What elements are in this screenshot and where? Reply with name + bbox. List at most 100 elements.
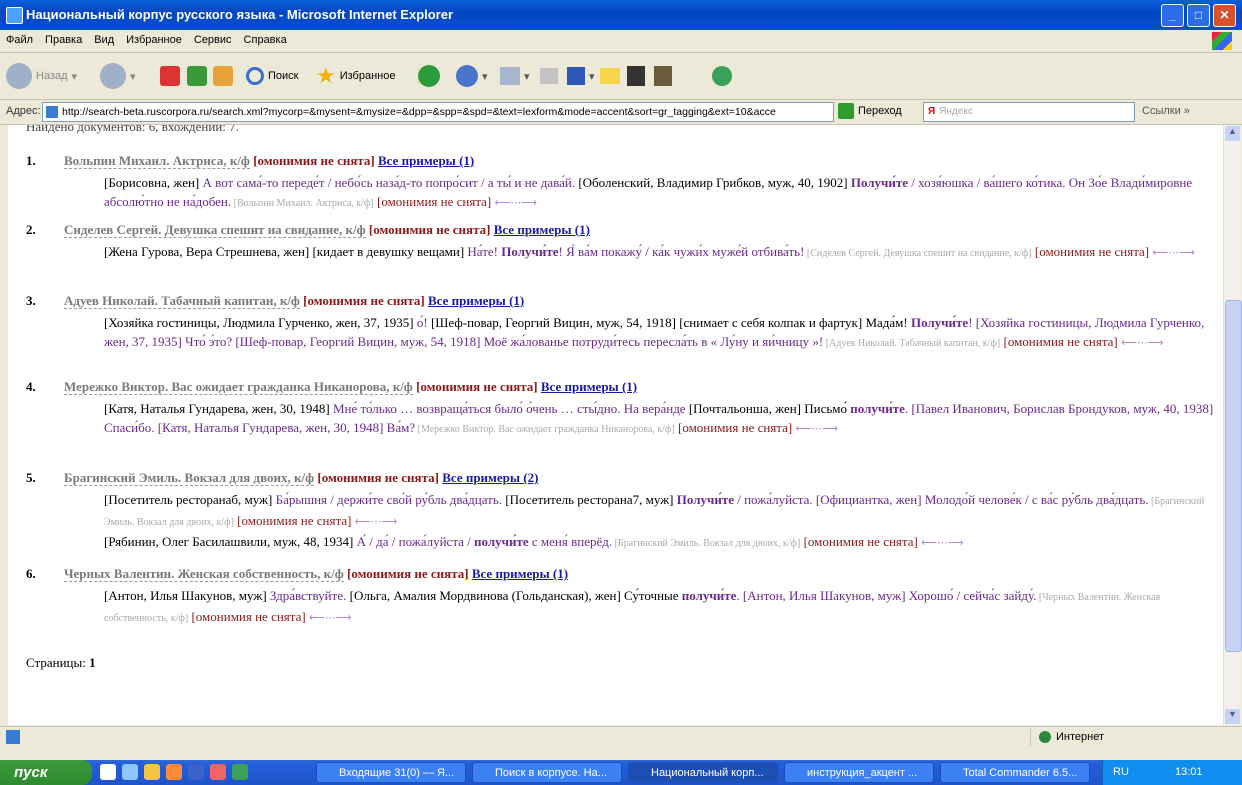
snippet: [Хозяйка гостиницы, Людмила Гурченко, же… [104,313,1214,353]
maximize-button[interactable]: □ [1187,4,1210,27]
snippet-text: Мне́ то́лько … возвраща́ться было́ о́чен… [332,401,686,416]
task-instruction[interactable]: инструкция_акцент ... [784,762,934,783]
research-button[interactable] [654,61,672,91]
address-bar: Адрес: http://search-beta.ruscorpora.ru/… [0,100,1242,125]
ie-window: Национальный корпус русского языка - Mic… [0,0,1242,785]
document-title-link[interactable]: Брагинский Эмиль. Вокзал для двоих, к/ф [64,470,315,486]
opera-icon[interactable] [210,764,226,780]
minimize-button[interactable]: _ [1161,4,1184,27]
media-button[interactable] [418,61,440,91]
context-expand-icon[interactable]: ⟵⋯⟶ [921,537,964,549]
start-button[interactable]: пуск [0,760,92,785]
homonymy-link[interactable]: [омонимия не снята] [1004,334,1118,349]
context-expand-icon[interactable]: ⟵⋯⟶ [355,516,398,528]
explorer-icon[interactable] [144,764,160,780]
match-word: Получи́те [501,244,559,259]
menu-edit[interactable]: Правка [39,30,88,50]
all-examples-link[interactable]: Все примеры (1) [472,566,568,581]
desktop-icon[interactable] [100,764,116,780]
address-input[interactable]: http://search-beta.ruscorpora.ru/search.… [42,102,834,122]
homonymy-link[interactable]: [омонимия не снята] [678,420,792,435]
result-snippets: [Посетитель ресторанаб, муж] Ба́рышня / … [104,490,1214,553]
task-inbox[interactable]: Входящие 31(0) — Я... [316,762,466,783]
search-button[interactable]: Поиск [246,61,298,91]
people-button[interactable] [712,61,732,91]
menu-view[interactable]: Вид [88,30,120,50]
back-button[interactable]: Назад ▾ [6,61,77,91]
yandex-logo-icon: Я [928,106,936,117]
homonymy-link[interactable]: [омонимия не снята] [1035,244,1149,259]
mail-button[interactable]: ▾ [500,61,530,91]
page-number[interactable]: 1 [89,655,96,670]
menu-file[interactable]: Файл [0,30,39,50]
document-title-link[interactable]: Адуев Николай. Табачный капитан, к/ф [64,293,300,309]
homonymy-link[interactable]: [омонимия не снята] [347,566,469,581]
title-bar[interactable]: Национальный корпус русского языка - Mic… [0,0,1242,30]
snippet-text: А вот сама́-то переде́т / небо́сь наза́д… [202,175,576,190]
go-button[interactable]: Переход [838,103,902,119]
context-expand-icon[interactable]: ⟵⋯⟶ [1121,337,1164,349]
people-icon [712,66,732,86]
links-button[interactable]: Ссылки » [1142,105,1190,117]
menu-tools[interactable]: Сервис [188,30,238,50]
task-corpus-search[interactable]: Поиск в корпусе. На... [472,762,622,783]
print-button[interactable] [540,61,558,91]
favorites-button[interactable]: ★ Избранное [316,61,395,91]
homonymy-link[interactable]: [омонимия не снята] [303,293,425,308]
language-indicator[interactable]: RU [1113,766,1129,778]
homonymy-link[interactable]: [омонимия не снята] [377,194,491,209]
scroll-up-icon[interactable]: ▲ [1225,126,1240,141]
status-bar: Интернет [0,726,1242,749]
close-button[interactable]: ✕ [1213,4,1236,27]
context-expand-icon[interactable]: ⟵⋯⟶ [309,612,352,624]
task-national-corpus[interactable]: Национальный корп... [628,762,778,783]
scroll-down-icon[interactable]: ▼ [1225,709,1240,724]
refresh-icon [187,66,207,86]
all-examples-link[interactable]: Все примеры (1) [494,222,590,237]
ie-quick-icon[interactable] [122,764,138,780]
context-expand-icon[interactable]: ⟵⋯⟶ [495,197,538,209]
match-word: Получи́те [910,315,969,330]
snippet: [Борисовна, жен] А вот сама́-то переде́т… [104,173,1214,213]
outlook-icon[interactable] [166,764,182,780]
edit-word-button[interactable]: ▾ [567,61,595,91]
homonymy-link[interactable]: [омонимия не снята] [369,222,491,237]
history-button[interactable]: ▾ [456,61,488,91]
homonymy-link[interactable]: [омонимия не снята] [191,609,305,624]
homonymy-link[interactable]: [омонимия не снята] [804,534,918,549]
stop-button[interactable] [160,61,180,91]
menu-favorites[interactable]: Избранное [120,30,188,50]
scroll-thumb[interactable] [1225,300,1242,652]
task-total-commander[interactable]: Total Commander 6.5... [940,762,1090,783]
word-quick-icon[interactable] [188,764,204,780]
all-examples-link[interactable]: Все примеры (2) [442,470,538,485]
yandex-search-input[interactable]: Я Яндекс [923,102,1135,122]
all-examples-link[interactable]: Все примеры (1) [428,293,524,308]
menu-help[interactable]: Справка [238,30,293,50]
context-expand-icon[interactable]: ⟵⋯⟶ [796,423,839,435]
history-icon [456,65,478,87]
document-title-link[interactable]: Мережко Виктор. Вас ожидает гражданка Ни… [64,379,413,395]
discuss-button[interactable] [600,61,620,91]
all-examples-link[interactable]: Все примеры (1) [378,153,474,168]
homonymy-link[interactable]: [омонимия не снята] [416,379,538,394]
search-label: Поиск [268,70,299,82]
homonymy-link[interactable]: [омонимия не снята] [253,153,375,168]
k-icon [627,66,645,86]
result-number: 3. [26,293,36,308]
home-button[interactable] [213,61,233,91]
pagination: Страницы: 1 [26,655,96,671]
all-examples-link[interactable]: Все примеры (1) [541,379,637,394]
forward-button[interactable]: ▾ [100,61,136,91]
vertical-scrollbar[interactable]: ▲ ▼ [1223,125,1242,725]
document-title-link[interactable]: Черных Валентин. Женская собственность, … [64,566,344,582]
homonymy-link[interactable]: [омонимия не снята] [317,470,439,485]
messenger-button[interactable] [627,61,645,91]
taskbar: пуск Входящие 31(0) — Я... Поиск в корпу… [0,760,1242,785]
document-title-link[interactable]: Вольпин Михаил. Актриса, к/ф [64,153,250,169]
refresh-button[interactable] [187,61,207,91]
document-title-link[interactable]: Сиделев Сергей. Девушка спешит на свидан… [64,222,366,238]
context-expand-icon[interactable]: ⟵⋯⟶ [1152,247,1195,259]
excel-quick-icon[interactable] [232,764,248,780]
homonymy-link[interactable]: [омонимия не снята] [237,513,351,528]
